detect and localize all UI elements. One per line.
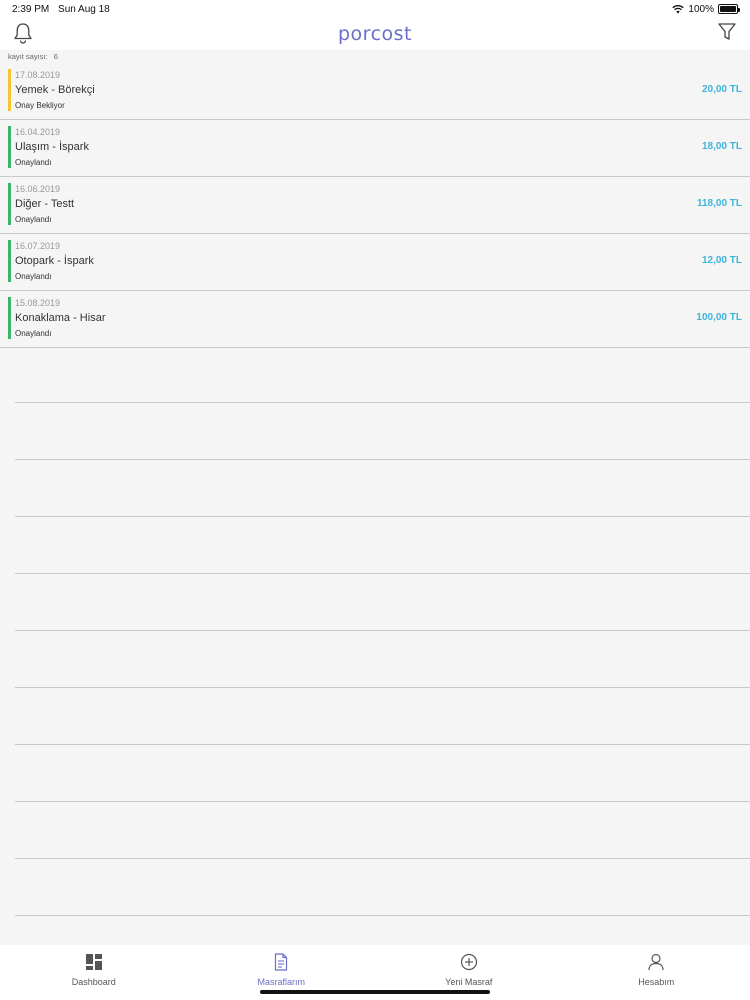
expense-title: Otopark - İspark xyxy=(15,255,94,267)
expense-status: Onaylandı xyxy=(15,329,52,338)
status-indicator xyxy=(8,69,11,111)
expense-amount: 18,00 TL xyxy=(701,141,742,152)
status-indicator xyxy=(8,183,11,225)
status-indicator xyxy=(8,240,11,282)
home-indicator xyxy=(260,990,490,994)
battery-fill xyxy=(720,6,736,12)
expense-date: 15.08.2019 xyxy=(15,298,61,308)
expense-row[interactable]: 17.08.2019 Yemek - Börekçi Onay Bekliyor… xyxy=(0,63,750,120)
expense-row[interactable]: 15.08.2019 Konaklama - Hisar Onaylandı 1… xyxy=(0,291,750,348)
empty-row-divider xyxy=(15,688,750,745)
empty-row-divider xyxy=(15,745,750,802)
empty-row-divider xyxy=(15,517,750,574)
empty-row-divider xyxy=(15,631,750,688)
expense-row[interactable]: 16.06.2019 Diğer - Testt Onaylandı 118,0… xyxy=(0,177,750,234)
expense-amount: 118,00 TL xyxy=(696,198,742,209)
status-date: Sun Aug 18 xyxy=(58,3,110,15)
tab-label: Dashboard xyxy=(71,977,116,987)
record-count-value: 6 xyxy=(53,52,58,61)
battery-icon xyxy=(718,4,740,14)
tab-bar: Dashboard Masraflarım Yeni Masraf Hesabı… xyxy=(0,945,750,1000)
record-count-label: kayıt sayısı: xyxy=(8,52,48,61)
expense-status: Onaylandı xyxy=(15,215,52,224)
status-right: 100% xyxy=(672,3,740,15)
expense-title: Yemek - Börekçi xyxy=(15,84,95,96)
battery-percent: 100% xyxy=(688,3,714,15)
expense-title: Konaklama - Hisar xyxy=(15,312,106,324)
brand-logo: porcost xyxy=(338,23,412,45)
status-indicator xyxy=(8,297,11,339)
dashboard-icon xyxy=(85,954,102,970)
status-indicator xyxy=(8,126,11,168)
filter-icon[interactable] xyxy=(718,22,736,42)
expense-date: 16.07.2019 xyxy=(15,241,61,251)
expense-status: Onaylandı xyxy=(15,158,52,167)
expense-title: Ulaşım - İspark xyxy=(15,141,89,153)
empty-row-divider xyxy=(15,403,750,460)
status-time: 2:39 PM xyxy=(12,3,50,15)
tab-dashboard[interactable]: Dashboard xyxy=(0,945,188,1000)
person-icon xyxy=(648,953,664,971)
status-bar: 2:39 PM Sun Aug 18 100% xyxy=(0,0,750,18)
tab-label: Hesabım xyxy=(638,977,675,987)
expense-amount: 100,00 TL xyxy=(696,312,742,323)
nav-bar: porcost xyxy=(0,18,750,50)
expense-date: 16.04.2019 xyxy=(15,127,61,137)
expense-date: 17.08.2019 xyxy=(15,70,61,80)
expense-amount: 12,00 TL xyxy=(701,255,742,266)
bell-icon[interactable] xyxy=(13,22,33,44)
plus-circle-icon xyxy=(460,953,477,971)
tab-label: Masraflarım xyxy=(257,977,305,987)
record-count: kayıt sayısı: 6 xyxy=(8,52,62,61)
tab-hesabim[interactable]: Hesabım xyxy=(563,945,750,1000)
document-icon xyxy=(275,953,288,971)
expense-row[interactable]: 16.04.2019 Ulaşım - İspark Onaylandı 18,… xyxy=(0,120,750,177)
empty-row-divider xyxy=(15,802,750,859)
expense-row[interactable]: 16.07.2019 Otopark - İspark Onaylandı 12… xyxy=(0,234,750,291)
wifi-icon xyxy=(672,5,685,14)
expense-list: 17.08.2019 Yemek - Börekçi Onay Bekliyor… xyxy=(0,63,750,348)
empty-row-divider xyxy=(15,346,750,403)
expense-title: Diğer - Testt xyxy=(15,198,75,210)
expense-amount: 20,00 TL xyxy=(701,84,742,95)
empty-list-area xyxy=(15,346,750,916)
tab-label: Yeni Masraf xyxy=(445,977,493,987)
empty-row-divider xyxy=(15,859,750,916)
expense-status: Onay Bekliyor xyxy=(15,101,65,110)
expense-status: Onaylandı xyxy=(15,272,52,281)
status-left: 2:39 PM Sun Aug 18 xyxy=(12,4,116,15)
expense-date: 16.06.2019 xyxy=(15,184,61,194)
empty-row-divider xyxy=(15,460,750,517)
empty-row-divider xyxy=(15,574,750,631)
